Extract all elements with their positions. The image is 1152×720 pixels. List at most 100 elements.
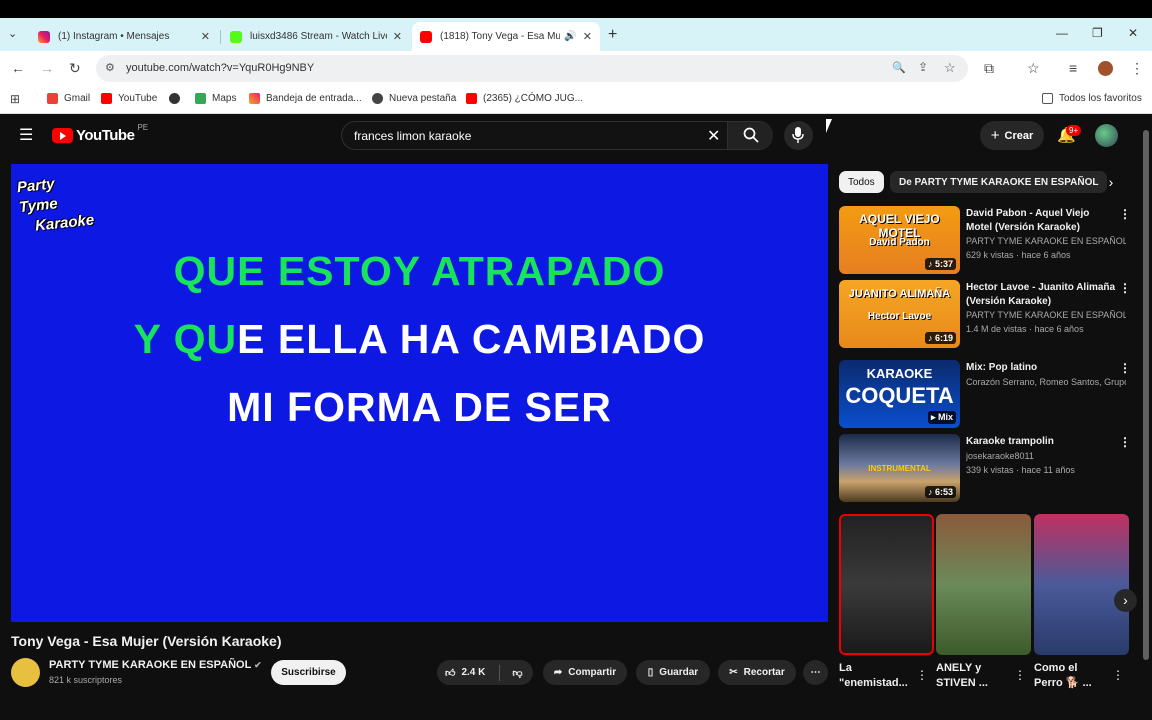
tab-youtube-active[interactable]: (1818) Tony Vega - Esa Mujer 🔊 ✕ <box>412 22 600 51</box>
favorites-icon[interactable]: ☆ <box>1027 60 1040 77</box>
media-control-icon[interactable]: ≡ <box>1069 60 1077 76</box>
instagram-icon <box>38 30 50 43</box>
site-info-icon[interactable]: ⚙ <box>105 61 115 74</box>
more-options-icon[interactable]: ⋮ <box>1014 668 1026 682</box>
more-actions-button[interactable]: ⋯ <box>803 660 828 685</box>
video-player[interactable]: Party Tyme Karaoke QUE ESTOY ATRAPADO Y … <box>11 164 828 622</box>
mix-thumbnail[interactable]: KARAOKE COQUETA ▸ Mix <box>839 360 960 428</box>
dislike-icon[interactable]: 👎︎ <box>512 667 522 679</box>
share-button[interactable]: ➦ Compartir <box>543 660 627 685</box>
tab-instagram[interactable]: (1) Instagram • Mensajes ✕ <box>30 22 218 51</box>
short-thumbnail[interactable] <box>839 514 934 655</box>
hamburger-menu-icon[interactable]: ☰ <box>19 125 33 145</box>
video-thumbnail[interactable]: AQUEL VIEJO MOTEL David Padon ♪ 5:37 <box>839 206 960 274</box>
reload-icon[interactable]: ↻ <box>69 60 81 77</box>
duration-badge: ♪ 6:19 <box>924 332 956 344</box>
notification-badge: 9+ <box>1066 125 1082 136</box>
more-options-icon[interactable]: ⋮ <box>916 668 928 682</box>
short-thumbnail[interactable] <box>936 514 1031 655</box>
voice-search-button[interactable] <box>784 121 813 150</box>
create-button[interactable]: + Crear <box>980 121 1044 150</box>
speaker-icon[interactable]: 🔊 <box>564 31 576 42</box>
short-thumbnail[interactable] <box>1034 514 1129 655</box>
youtube-play-icon <box>52 128 73 143</box>
more-options-icon[interactable]: ⋮ <box>1119 281 1131 295</box>
recommendation-channel: josekaraoke8011 <box>966 451 1034 461</box>
duration-badge: ♪ 5:37 <box>924 258 956 270</box>
channel-name[interactable]: PARTY TYME KARAOKE EN ESPAÑOL ✔ <box>49 659 262 671</box>
video-thumbnail[interactable]: INSTRUMENTAL ♪ 6:53 <box>839 434 960 502</box>
bookmark-inbox[interactable]: Bandeja de entrada... <box>249 93 362 104</box>
scrollbar-thumb[interactable] <box>1143 130 1149 660</box>
more-options-icon[interactable]: ⋮ <box>1119 361 1131 375</box>
minimize-button[interactable]: — <box>1056 26 1068 40</box>
folder-icon <box>1042 93 1053 104</box>
close-icon[interactable]: ✕ <box>393 30 402 43</box>
back-arrow-icon[interactable]: ← <box>11 60 25 76</box>
more-options-icon[interactable]: ⋮ <box>1112 668 1124 682</box>
short-title[interactable]: ANELY y STIVEN ... <box>936 661 988 691</box>
account-avatar[interactable] <box>1095 124 1118 147</box>
chevron-right-icon[interactable]: › <box>1100 171 1122 193</box>
mix-badge: ▸ Mix <box>927 411 956 424</box>
recommendation-item[interactable]: AQUEL VIEJO MOTEL David Padon ♪ 5:37 Dav… <box>839 206 1139 274</box>
search-input[interactable]: frances limon karaoke <box>354 129 471 143</box>
more-options-icon[interactable]: ⋮ <box>1119 207 1131 221</box>
extensions-icon[interactable]: ⧉ <box>984 60 994 77</box>
all-bookmarks[interactable]: Todos los favoritos <box>1042 93 1142 104</box>
bookmark-gmail[interactable]: Gmail <box>47 93 90 104</box>
more-options-icon[interactable]: ⋮ <box>1119 435 1131 449</box>
restore-button[interactable]: ❐ <box>1092 26 1103 40</box>
chip-channel[interactable]: De PARTY TYME KARAOKE EN ESPAÑOL <box>890 171 1108 193</box>
tab-kick[interactable]: luisxd3486 Stream - Watch Live ✕ <box>222 22 410 51</box>
bookmark-globe[interactable] <box>169 93 186 104</box>
bookmark-star-icon[interactable]: ☆ <box>944 60 956 76</box>
like-icon[interactable]: 👍︎ <box>445 667 455 679</box>
search-box[interactable]: frances limon karaoke ✕ <box>341 121 773 150</box>
tab-separator <box>220 30 221 44</box>
close-window-button[interactable]: ✕ <box>1128 26 1138 40</box>
close-icon[interactable]: ✕ <box>201 30 210 43</box>
recommendation-channel: PARTY TYME KARAOKE EN ESPAÑOL <box>966 236 1126 246</box>
recommendation-item[interactable]: INSTRUMENTAL ♪ 6:53 Karaoke trampolin jo… <box>839 434 1139 502</box>
short-title[interactable]: Como el Perro 🐕 ... <box>1034 661 1092 691</box>
shorts-next-button[interactable]: › <box>1114 589 1137 612</box>
microphone-icon <box>792 127 804 143</box>
forward-arrow-icon[interactable]: → <box>40 60 54 76</box>
profile-avatar[interactable] <box>1098 61 1113 76</box>
clear-search-icon[interactable]: ✕ <box>707 126 720 146</box>
address-bar[interactable]: ⚙ youtube.com/watch?v=YquR0Hg9NBY 🔍 ⇪ ☆ <box>96 55 968 82</box>
plus-icon: + <box>990 127 1000 144</box>
youtube-icon <box>101 93 112 104</box>
bookmark-maps[interactable]: Maps <box>195 93 236 104</box>
clip-button[interactable]: ✂ Recortar <box>718 660 796 685</box>
install-icon[interactable]: ⇪ <box>918 60 928 74</box>
channel-avatar[interactable] <box>11 658 40 687</box>
video-thumbnail[interactable]: JUANITO ALIMAÑA Hector Lavoe ♪ 6:19 <box>839 280 960 348</box>
new-tab-button[interactable]: + <box>608 26 617 44</box>
menu-dots-icon[interactable]: ⋮ <box>1130 60 1144 77</box>
tab-search-icon[interactable]: ⌄ <box>8 27 17 40</box>
browser-tabstrip: ⌄ (1) Instagram • Mensajes ✕ luisxd3486 … <box>0 18 1152 51</box>
apps-grid-icon[interactable]: ⊞ <box>10 92 20 106</box>
bookmark-youtube[interactable]: YouTube <box>101 93 157 104</box>
youtube-logo[interactable]: YouTube PE <box>52 123 148 144</box>
subscribe-button[interactable]: Suscribirse <box>271 660 346 685</box>
search-button[interactable] <box>727 122 773 149</box>
bookmark-video[interactable]: (2365) ¿CÓMO JUG... <box>466 93 583 104</box>
chip-all[interactable]: Todos <box>839 171 884 193</box>
short-title[interactable]: La "enemistad... <box>839 661 908 691</box>
verified-icon: ✔ <box>254 660 262 670</box>
duration-badge: ♪ 6:53 <box>924 486 956 498</box>
video-title: Tony Vega - Esa Mujer (Versión Karaoke) <box>11 633 282 649</box>
bookmark-new-tab[interactable]: Nueva pestaña <box>372 93 456 104</box>
recommendation-item[interactable]: KARAOKE COQUETA ▸ Mix Mix: Pop latino Co… <box>839 360 1139 428</box>
recommendation-channel: PARTY TYME KARAOKE EN ESPAÑOL <box>966 310 1126 320</box>
recommendation-item[interactable]: JUANITO ALIMAÑA Hector Lavoe ♪ 6:19 Hect… <box>839 280 1139 348</box>
recommendation-title: David Pabon - Aquel Viejo Motel (Versión… <box>966 208 1090 233</box>
globe-icon <box>169 93 180 104</box>
save-button[interactable]: ▯ Guardar <box>636 660 710 685</box>
close-icon[interactable]: ✕ <box>583 30 592 43</box>
zoom-icon[interactable]: 🔍 <box>892 61 906 74</box>
maps-icon <box>195 93 206 104</box>
